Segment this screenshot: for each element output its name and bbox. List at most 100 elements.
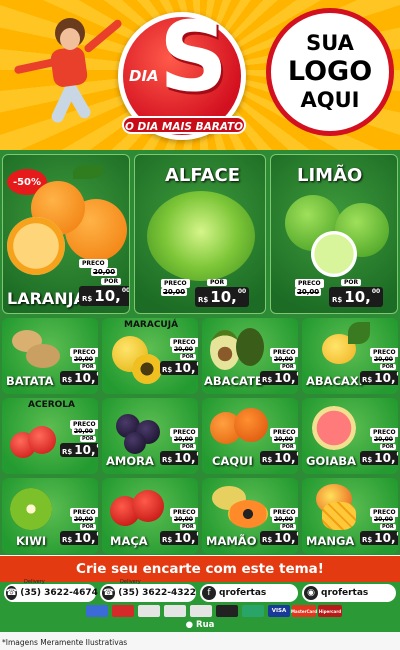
product-card-manga[interactable]: MANGA PRECO 20,00 POR R$10,00 <box>302 478 398 554</box>
new-price: R$10,00 <box>260 531 298 545</box>
avocado-image-2 <box>236 328 264 366</box>
disclaimer: *Imagens Meramente Ilustrativas <box>2 638 128 647</box>
por-label: POR <box>180 354 196 360</box>
por-label: POR <box>380 524 396 530</box>
product-subtitle: MARACUJÁ <box>124 320 179 330</box>
badge-dia-text: DIA <box>129 67 159 85</box>
por-label: POR <box>80 436 96 442</box>
mastercard-icon: MasterCard <box>291 605 317 617</box>
contact-facebook[interactable]: f qrofertas <box>200 584 298 602</box>
payment-card-icon <box>242 605 264 617</box>
featured-card-alface[interactable]: ALFACE PRECO 20,00 POR R$ 10,00 <box>134 154 266 314</box>
old-price: 20,00 <box>272 516 295 523</box>
product-card-maracuja[interactable]: MARACUJÁ PRECO 20,00 POR R$10,00 <box>102 318 198 394</box>
apple-image-2 <box>132 490 164 522</box>
hipercard-icon: Hipercard <box>318 605 342 617</box>
payment-card-icon <box>112 605 134 617</box>
new-price: R$10,00 <box>360 371 398 385</box>
contact-text: qrofertas <box>321 588 369 598</box>
papaya-half-image <box>228 500 268 528</box>
orange-slice-image <box>7 217 65 275</box>
por-label: POR <box>101 278 122 285</box>
address-text: Rua <box>196 620 215 630</box>
old-price: 20,00 <box>372 516 395 523</box>
persimmon-image-2 <box>234 408 268 442</box>
preco-label: PRECO <box>79 259 108 268</box>
new-price: R$10,00 <box>79 286 129 306</box>
por-label: POR <box>280 364 296 370</box>
payment-card-icon <box>190 605 212 617</box>
logo-placeholder[interactable]: SUA LOGO AQUI <box>266 8 394 136</box>
contact-phone-1[interactable]: Delivery ☎ (35) 3622-4674 <box>4 579 98 602</box>
contact-phone-2[interactable]: Delivery ☎ (35) 3622-4322 <box>100 579 196 602</box>
product-name: MANGA <box>306 534 355 548</box>
por-label: POR <box>341 279 362 286</box>
product-name: AMORA <box>106 454 154 468</box>
product-card-acerola[interactable]: ACEROLA PRECO 20,00 POR R$10,00 <box>2 398 98 474</box>
payment-card-icon <box>138 605 160 617</box>
payment-card-icon <box>216 605 238 617</box>
por-label: POR <box>80 524 96 530</box>
cta-banner[interactable]: Crie seu encarte com este tema! <box>0 556 400 582</box>
featured-card-limao[interactable]: LIMÃO PRECO 20,00 POR R$ 10,00 <box>270 154 398 314</box>
flyer: DIA S O DIA MAIS BARATO SUA LOGO AQUI -5… <box>0 0 400 650</box>
contacts-bar: Delivery ☎ (35) 3622-4674 Delivery ☎ (35… <box>0 579 400 604</box>
new-price: R$10,00 <box>160 451 198 465</box>
old-price: 20,00 <box>172 436 195 443</box>
product-card-goiaba[interactable]: GOIABA PRECO 20,00 POR R$10,00 <box>302 398 398 474</box>
por-label: POR <box>80 364 96 370</box>
guava-image <box>312 406 356 450</box>
lime-slice-image <box>311 231 357 277</box>
blackberry-image-3 <box>124 432 146 454</box>
new-price: R$10,00 <box>260 371 298 385</box>
payment-card-icon <box>164 605 186 617</box>
product-subtitle: ACEROLA <box>28 400 75 410</box>
product-card-batata[interactable]: BATATA PRECO 20,00 POR R$10,00 <box>2 318 98 394</box>
badge-ribbon: O DIA MAIS BARATO <box>122 116 246 134</box>
old-price: 20,00 <box>272 436 295 443</box>
product-name: CAQUI <box>212 454 253 468</box>
product-name: ABACAXI <box>306 374 364 388</box>
old-price: 20,00 <box>295 288 322 296</box>
old-price: 20,00 <box>72 516 95 523</box>
leaf-image <box>73 165 103 179</box>
new-price: R$10,00 <box>160 531 198 545</box>
contact-text: (35) 3622-4674 <box>20 588 98 598</box>
por-label: POR <box>180 444 196 450</box>
product-card-abacate[interactable]: ABACATE PRECO 20,00 POR R$10,00 <box>202 318 298 394</box>
featured-card-laranja[interactable]: -50% LARANJA PRECO 20,00 POR R$ 10,00 <box>2 154 130 314</box>
badge-s-letter: S <box>159 1 229 113</box>
product-card-mamao[interactable]: MAMÃO PRECO 20,00 POR R$10,00 <box>202 478 298 554</box>
product-card-abacaxi[interactable]: ABACAXI PRECO 20,00 POR R$10,00 <box>302 318 398 394</box>
product-card-maca[interactable]: MAÇA PRECO 20,00 POR R$10,00 <box>102 478 198 554</box>
new-price: R$10,00 <box>260 451 298 465</box>
contact-instagram[interactable]: ◉ qrofertas <box>302 584 396 602</box>
new-price: R$10,00 <box>360 451 398 465</box>
old-price: 20,00 <box>172 346 195 353</box>
product-name: MAÇA <box>110 534 148 548</box>
header: DIA S O DIA MAIS BARATO SUA LOGO AQUI <box>0 0 400 150</box>
product-card-kiwi[interactable]: KIWI PRECO 20,00 POR R$10,00 <box>2 478 98 554</box>
instagram-icon: ◉ <box>304 586 318 600</box>
old-price: 20,00 <box>372 356 395 363</box>
new-price: R$10,00 <box>60 443 98 457</box>
new-price: R$10,00 <box>60 371 98 385</box>
payment-card-icon <box>86 605 108 617</box>
product-card-amora[interactable]: AMORA PRECO 20,00 POR R$10,00 <box>102 398 198 474</box>
product-name: ABACATE <box>204 374 263 388</box>
por-label: POR <box>380 364 396 370</box>
old-price: 20,00 <box>72 428 95 435</box>
pineapple-leaves-image <box>348 322 370 344</box>
product-name: LIMÃO <box>297 165 363 186</box>
phone-icon: ☎ <box>102 586 116 600</box>
por-label: POR <box>380 444 396 450</box>
product-card-caqui[interactable]: CAQUI PRECO 20,00 POR R$10,00 <box>202 398 298 474</box>
phone-icon: ☎ <box>6 586 18 600</box>
por-label: POR <box>280 524 296 530</box>
product-name: ALFACE <box>165 165 241 186</box>
facebook-icon: f <box>202 586 216 600</box>
old-price: 20,00 <box>272 356 295 363</box>
payment-methods: VISA MasterCard Hipercard <box>0 604 400 618</box>
new-price: R$10,00 <box>160 361 198 375</box>
new-price: R$10,00 <box>329 287 384 307</box>
